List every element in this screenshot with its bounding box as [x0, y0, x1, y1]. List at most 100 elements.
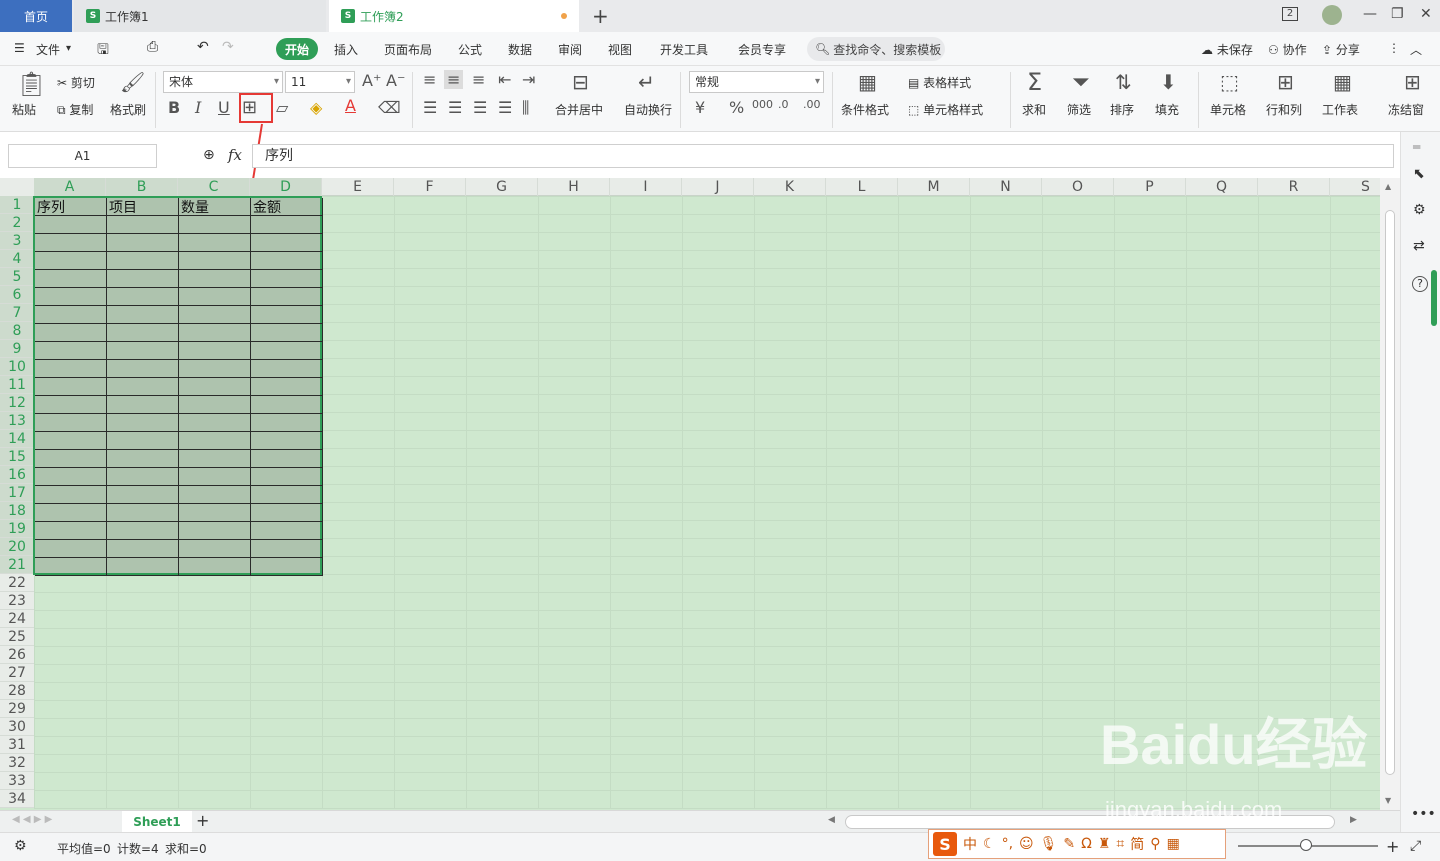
table-cell[interactable] — [107, 270, 179, 288]
formula-input[interactable]: 序列 — [252, 144, 1394, 168]
row-header[interactable]: 34 — [0, 790, 34, 808]
table-cell[interactable] — [179, 450, 251, 468]
column-header[interactable]: J — [682, 178, 754, 196]
table-cell[interactable] — [35, 396, 107, 414]
menu-review[interactable]: 审阅 — [558, 41, 582, 58]
justify-icon[interactable]: ☰ — [498, 98, 512, 117]
scroll-down-icon[interactable]: ▼ — [1385, 796, 1391, 805]
menu-insert[interactable]: 插入 — [334, 41, 358, 58]
merge-center-button[interactable]: 合并居中 — [555, 101, 603, 118]
window-count-icon[interactable]: 2 — [1282, 7, 1298, 21]
menu-developer[interactable]: 开发工具 — [660, 41, 708, 58]
sort-button[interactable]: 排序 — [1110, 101, 1134, 118]
unsaved-status[interactable]: ☁ 未保存 — [1201, 41, 1253, 58]
column-header[interactable]: R — [1258, 178, 1330, 196]
row-col-icon[interactable]: ⊞ — [1277, 70, 1294, 94]
table-cell[interactable] — [179, 468, 251, 486]
table-cell[interactable] — [251, 540, 323, 558]
avatar[interactable] — [1322, 5, 1342, 25]
row-header[interactable]: 25 — [0, 628, 34, 646]
row-header[interactable]: 33 — [0, 772, 34, 790]
row-header[interactable]: 31 — [0, 736, 34, 754]
home-tab[interactable]: 首页 — [0, 0, 72, 32]
row-header[interactable]: 15 — [0, 448, 34, 466]
row-header[interactable]: 16 — [0, 466, 34, 484]
menu-member[interactable]: 会员专享 — [738, 41, 786, 58]
table-cell[interactable] — [251, 324, 323, 342]
table-cell[interactable] — [35, 450, 107, 468]
paste-button[interactable]: 粘贴 — [12, 101, 36, 118]
underline-icon[interactable]: U — [218, 98, 230, 117]
more-icon[interactable]: ••• — [1411, 806, 1436, 822]
column-header[interactable]: D — [250, 178, 322, 196]
cond-format-icon[interactable]: ▦ — [858, 70, 877, 94]
table-cell[interactable] — [107, 486, 179, 504]
table-cell[interactable] — [107, 522, 179, 540]
column-header[interactable]: P — [1114, 178, 1186, 196]
cond-format-button[interactable]: 条件格式 — [841, 101, 889, 118]
row-header[interactable]: 23 — [0, 592, 34, 610]
font-name-select[interactable]: 宋体 — [163, 71, 283, 93]
column-header[interactable]: A — [34, 178, 106, 196]
table-cell[interactable] — [251, 234, 323, 252]
row-header[interactable]: 24 — [0, 610, 34, 628]
column-header[interactable]: N — [970, 178, 1042, 196]
table-cell[interactable] — [251, 360, 323, 378]
decrease-decimal-icon[interactable]: .00 — [803, 98, 821, 111]
merge-icon[interactable]: ⊟ — [572, 70, 589, 94]
table-cell[interactable] — [251, 558, 323, 576]
table-cell[interactable] — [35, 342, 107, 360]
align-center-icon[interactable]: ☰ — [448, 98, 462, 117]
table-cell[interactable] — [107, 414, 179, 432]
increase-decimal-icon[interactable]: .0 — [778, 98, 789, 111]
table-cell[interactable] — [35, 234, 107, 252]
table-cell[interactable] — [179, 306, 251, 324]
table-cell[interactable] — [107, 558, 179, 576]
column-header[interactable]: Q — [1186, 178, 1258, 196]
row-header[interactable]: 17 — [0, 484, 34, 502]
filter-icon[interactable]: ⏷ — [1072, 70, 1090, 95]
table-cell[interactable] — [35, 504, 107, 522]
table-cell[interactable] — [107, 360, 179, 378]
new-tab-plus-icon[interactable]: + — [592, 4, 609, 28]
emoji-icon[interactable]: ☺ — [1019, 836, 1034, 852]
column-header[interactable]: B — [106, 178, 178, 196]
scroll-up-icon[interactable]: ▲ — [1385, 182, 1391, 191]
transfer-icon[interactable]: ⇄ — [1413, 238, 1425, 254]
sort-icon[interactable]: ⇅ — [1115, 70, 1132, 94]
zoom-in-icon[interactable]: + — [1386, 837, 1399, 856]
freeze-icon[interactable]: ⊞ — [1404, 70, 1421, 94]
table-cell[interactable] — [35, 558, 107, 576]
format-painter-button[interactable]: 格式刷 — [110, 101, 146, 118]
table-cell[interactable] — [179, 432, 251, 450]
scroll-right-icon[interactable]: ▶ — [1350, 815, 1357, 825]
table-cell[interactable] — [35, 468, 107, 486]
table-cell[interactable] — [107, 450, 179, 468]
redo-icon[interactable]: ↷ — [222, 39, 234, 55]
align-middle-icon[interactable]: ≡ — [444, 70, 464, 89]
thousands-icon[interactable]: 000 — [752, 98, 773, 111]
distribute-icon[interactable]: ⫼ — [522, 98, 529, 118]
table-cell[interactable] — [35, 252, 107, 270]
column-header[interactable]: K — [754, 178, 826, 196]
table-cell[interactable] — [179, 522, 251, 540]
table-style-button[interactable]: ▤ 表格样式 — [908, 74, 971, 91]
column-header[interactable]: E — [322, 178, 394, 196]
row-header[interactable]: 5 — [0, 268, 34, 286]
indent-decrease-icon[interactable]: ⇤ — [498, 70, 511, 89]
command-search[interactable]: 🔍︎ 查找命令、搜索模板 — [807, 37, 945, 61]
table-cell[interactable] — [251, 504, 323, 522]
align-right-icon[interactable]: ☰ — [473, 98, 487, 117]
table-cell[interactable] — [35, 414, 107, 432]
column-header[interactable]: I — [610, 178, 682, 196]
table-cell[interactable] — [179, 360, 251, 378]
italic-icon[interactable]: I — [195, 98, 201, 117]
add-sheet-icon[interactable]: + — [196, 811, 209, 830]
currency-icon[interactable]: ¥ — [695, 98, 705, 117]
row-header[interactable]: 28 — [0, 682, 34, 700]
table-cell[interactable] — [251, 270, 323, 288]
align-left-icon[interactable]: ☰ — [423, 98, 437, 117]
row-header[interactable]: 8 — [0, 322, 34, 340]
table-cell[interactable] — [107, 468, 179, 486]
table-cell[interactable] — [251, 432, 323, 450]
